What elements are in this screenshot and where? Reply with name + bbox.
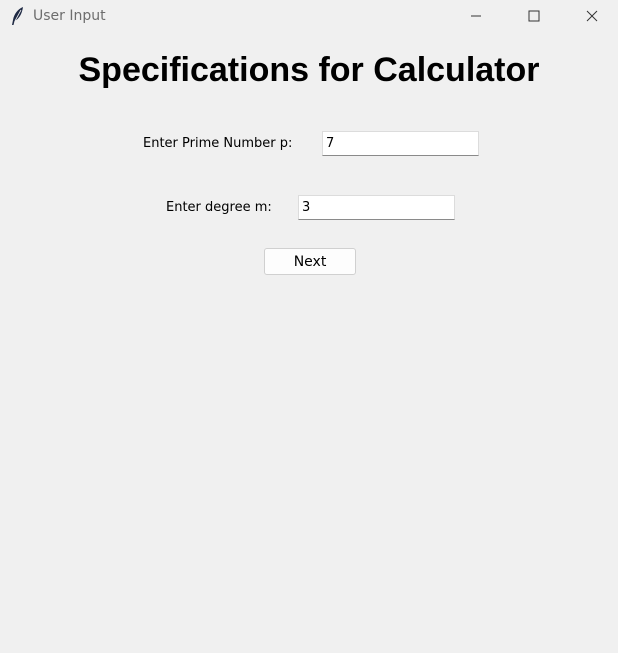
app-window: User Input Specifications for Calculator… [0,0,618,653]
degree-input[interactable] [298,195,455,220]
next-button[interactable]: Next [264,248,356,275]
prime-number-input[interactable] [322,131,479,156]
feather-icon [10,6,26,26]
close-button[interactable] [564,0,618,33]
maximize-icon [528,7,540,26]
prime-number-label: Enter Prime Number p: [143,136,293,151]
minimize-icon [470,7,482,26]
minimize-button[interactable] [448,0,504,33]
maximize-button[interactable] [506,0,562,33]
title-bar[interactable]: User Input [0,0,618,33]
window-title: User Input [33,8,106,24]
page-title: Specifications for Calculator [78,51,540,89]
close-icon [586,7,598,26]
degree-label: Enter degree m: [166,200,272,215]
